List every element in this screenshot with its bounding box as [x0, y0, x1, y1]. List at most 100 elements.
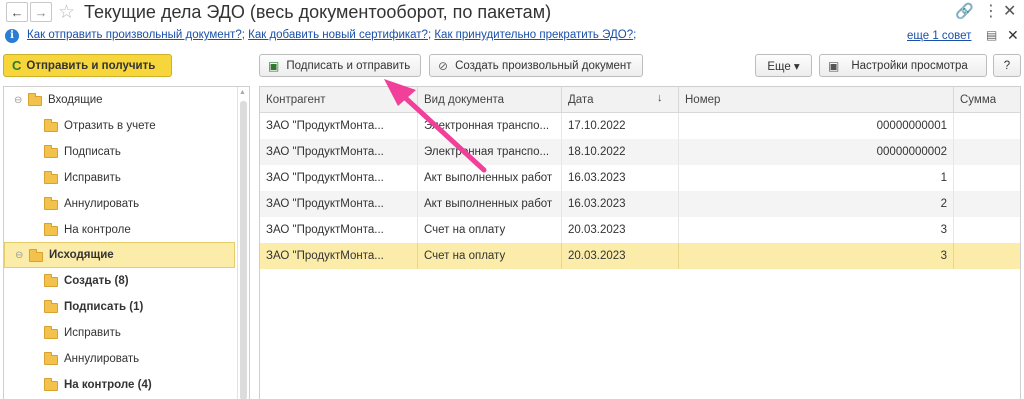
folder-icon	[44, 377, 58, 391]
tree-item[interactable]: На контроле	[4, 217, 235, 243]
favorite-star-icon[interactable]: ☆	[58, 1, 75, 24]
page-title: Текущие дела ЭДО (весь документооборот, …	[84, 2, 552, 22]
sign-and-send-button[interactable]: ▣ Подписать и отправить	[259, 54, 421, 77]
column-header-doc-type[interactable]: Вид документа	[418, 87, 562, 113]
tip-link-add-certificate[interactable]: Как добавить новый сертификат?	[248, 29, 428, 41]
tree-item-label: Исправить	[64, 327, 121, 340]
table-row[interactable]: ЗАО "ПродуктМонта... Электронная транспо.…	[260, 113, 1020, 139]
more-vertical-icon[interactable]: ⋮	[983, 1, 999, 21]
tip-link-send-custom[interactable]: Как отправить произвольный документ?	[27, 29, 242, 41]
table-header: Контрагент Вид документа Дата ↓ Номер Су…	[260, 87, 1020, 113]
documents-table: Контрагент Вид документа Дата ↓ Номер Су…	[259, 86, 1021, 399]
refresh-icon: C	[12, 58, 22, 73]
folder-tree: ▲ ⊖ Входящие Отразить в учете Подписать Испр…	[3, 86, 250, 399]
tree-item-label: Исходящие	[49, 249, 114, 262]
cell-counterparty: ЗАО "ПродуктМонта...	[260, 242, 418, 269]
cell-doc-type: Акт выполненных работ	[418, 164, 562, 191]
tree-item-label: Аннулировать	[64, 353, 140, 365]
create-custom-document-label: Создать произвольный документ	[455, 59, 632, 72]
tips-close-icon[interactable]: ✕	[1007, 27, 1019, 44]
column-header-sum[interactable]: Сумма	[954, 87, 1020, 113]
cell-date: 16.03.2023	[562, 190, 679, 217]
tree-item-label: На контроле (4)	[64, 378, 152, 391]
more-button[interactable]: Еще ▾	[755, 54, 812, 77]
cell-date: 16.03.2023	[562, 164, 679, 191]
view-settings-button[interactable]: ▣ Настройки просмотра	[819, 54, 987, 77]
cell-doc-type: Счет на оплату	[418, 216, 562, 243]
separator: ;	[633, 29, 637, 41]
back-button[interactable]: ←	[6, 2, 28, 22]
tree-item[interactable]: Подписать (1)	[4, 294, 235, 320]
table-row[interactable]: ЗАО "ПродуктМонта... Акт выполненных рабо…	[260, 190, 1020, 217]
settings-icon: ▣	[828, 58, 840, 73]
more-label: Еще ▾	[767, 60, 800, 73]
folder-icon	[44, 274, 58, 288]
folder-icon	[44, 118, 58, 132]
tree-item[interactable]: Исправить	[4, 165, 235, 191]
cell-doc-type: Электронная транспо...	[418, 113, 562, 139]
tree-item-label: На контроле	[64, 223, 131, 236]
view-settings-label: Настройки просмотра	[851, 59, 968, 72]
tips-bar: i Как отправить произвольный документ?; …	[0, 27, 1024, 45]
separator: ;	[427, 29, 432, 41]
tree-item-label: Отразить в учете	[64, 119, 156, 132]
tree-item[interactable]: Подписать	[4, 139, 235, 165]
tree-item-label: Создать (8)	[64, 275, 129, 288]
cell-date: 17.10.2022	[562, 113, 679, 139]
cell-number: 00000000001	[679, 113, 954, 139]
paperclip-icon: ⊘	[438, 58, 449, 73]
tree-item[interactable]: Создать (8)	[4, 268, 235, 294]
tree-item[interactable]: ⊖ Входящие	[4, 87, 235, 113]
more-tips-link[interactable]: еще 1 совет	[907, 30, 971, 42]
tips-links: Как отправить произвольный документ?; Ка…	[27, 29, 636, 41]
sign-document-icon: ▣	[268, 58, 280, 73]
tree-item-label: Входящие	[48, 94, 103, 106]
table-row[interactable]: ЗАО "ПродуктМонта... Счет на оплату 20.03.…	[260, 242, 1020, 269]
separator: ;	[241, 29, 245, 41]
date-header-label: Дата	[568, 94, 594, 106]
table-row[interactable]: ЗАО "ПродуктМонта... Электронная транспо.…	[260, 138, 1020, 165]
tree-item[interactable]: Аннулировать	[4, 346, 235, 372]
info-icon: i	[5, 29, 19, 43]
scroll-up-icon[interactable]: ▲	[239, 89, 246, 96]
forward-button[interactable]: →	[30, 2, 52, 22]
folder-icon	[44, 144, 58, 158]
tree-item[interactable]: ⊖ Исходящие	[4, 242, 235, 269]
column-header-counterparty[interactable]: Контрагент	[260, 87, 418, 113]
table-row[interactable]: ЗАО "ПродуктМонта... Акт выполненных рабо…	[260, 164, 1020, 191]
cell-date: 18.10.2022	[562, 138, 679, 165]
cell-counterparty: ЗАО "ПродуктМонта...	[260, 216, 418, 243]
cell-doc-type: Акт выполненных работ	[418, 190, 562, 217]
document-icon[interactable]: ▤	[986, 28, 997, 42]
collapse-icon[interactable]: ⊖	[15, 250, 23, 261]
collapse-icon[interactable]: ⊖	[14, 95, 22, 106]
create-custom-document-button[interactable]: ⊘ Создать произвольный документ	[429, 54, 643, 77]
folder-icon	[44, 300, 58, 314]
cell-number: 3	[679, 242, 954, 269]
tree-scrollbar[interactable]: ▲	[237, 87, 249, 399]
tree-item[interactable]: Аннулировать	[4, 191, 235, 217]
tree-item-label: Аннулировать	[64, 197, 140, 210]
cell-sum	[954, 191, 1020, 217]
cell-doc-type: Счет на оплату	[418, 242, 562, 269]
tree-scrollbar-thumb[interactable]	[240, 101, 247, 399]
column-header-number[interactable]: Номер	[679, 87, 954, 113]
sort-descending-icon: ↓	[657, 92, 663, 104]
tip-link-stop-edo[interactable]: Как принудительно прекратить ЭДО?	[434, 29, 633, 41]
link-icon[interactable]: 🔗	[955, 2, 974, 20]
send-receive-button[interactable]: C Отправить и получить	[3, 54, 172, 77]
cell-sum	[954, 165, 1020, 191]
help-label: ?	[1003, 59, 1011, 72]
tree-item[interactable]: Отразить в учете	[4, 113, 235, 139]
cell-date: 20.03.2023	[562, 216, 679, 243]
tree-item[interactable]: На контроле (4)	[4, 372, 235, 398]
cell-date: 20.03.2023	[562, 242, 679, 269]
cell-counterparty: ЗАО "ПродуктМонта...	[260, 113, 418, 139]
folder-icon	[44, 222, 58, 236]
tree-item-label: Подписать (1)	[64, 301, 144, 314]
close-icon[interactable]: ✕	[1003, 1, 1016, 21]
help-button[interactable]: ?	[993, 54, 1021, 77]
send-receive-label: Отправить и получить	[26, 59, 156, 72]
tree-item[interactable]: Исправить	[4, 320, 235, 346]
table-row[interactable]: ЗАО "ПродуктМонта... Счет на оплату 20.03.…	[260, 216, 1020, 243]
